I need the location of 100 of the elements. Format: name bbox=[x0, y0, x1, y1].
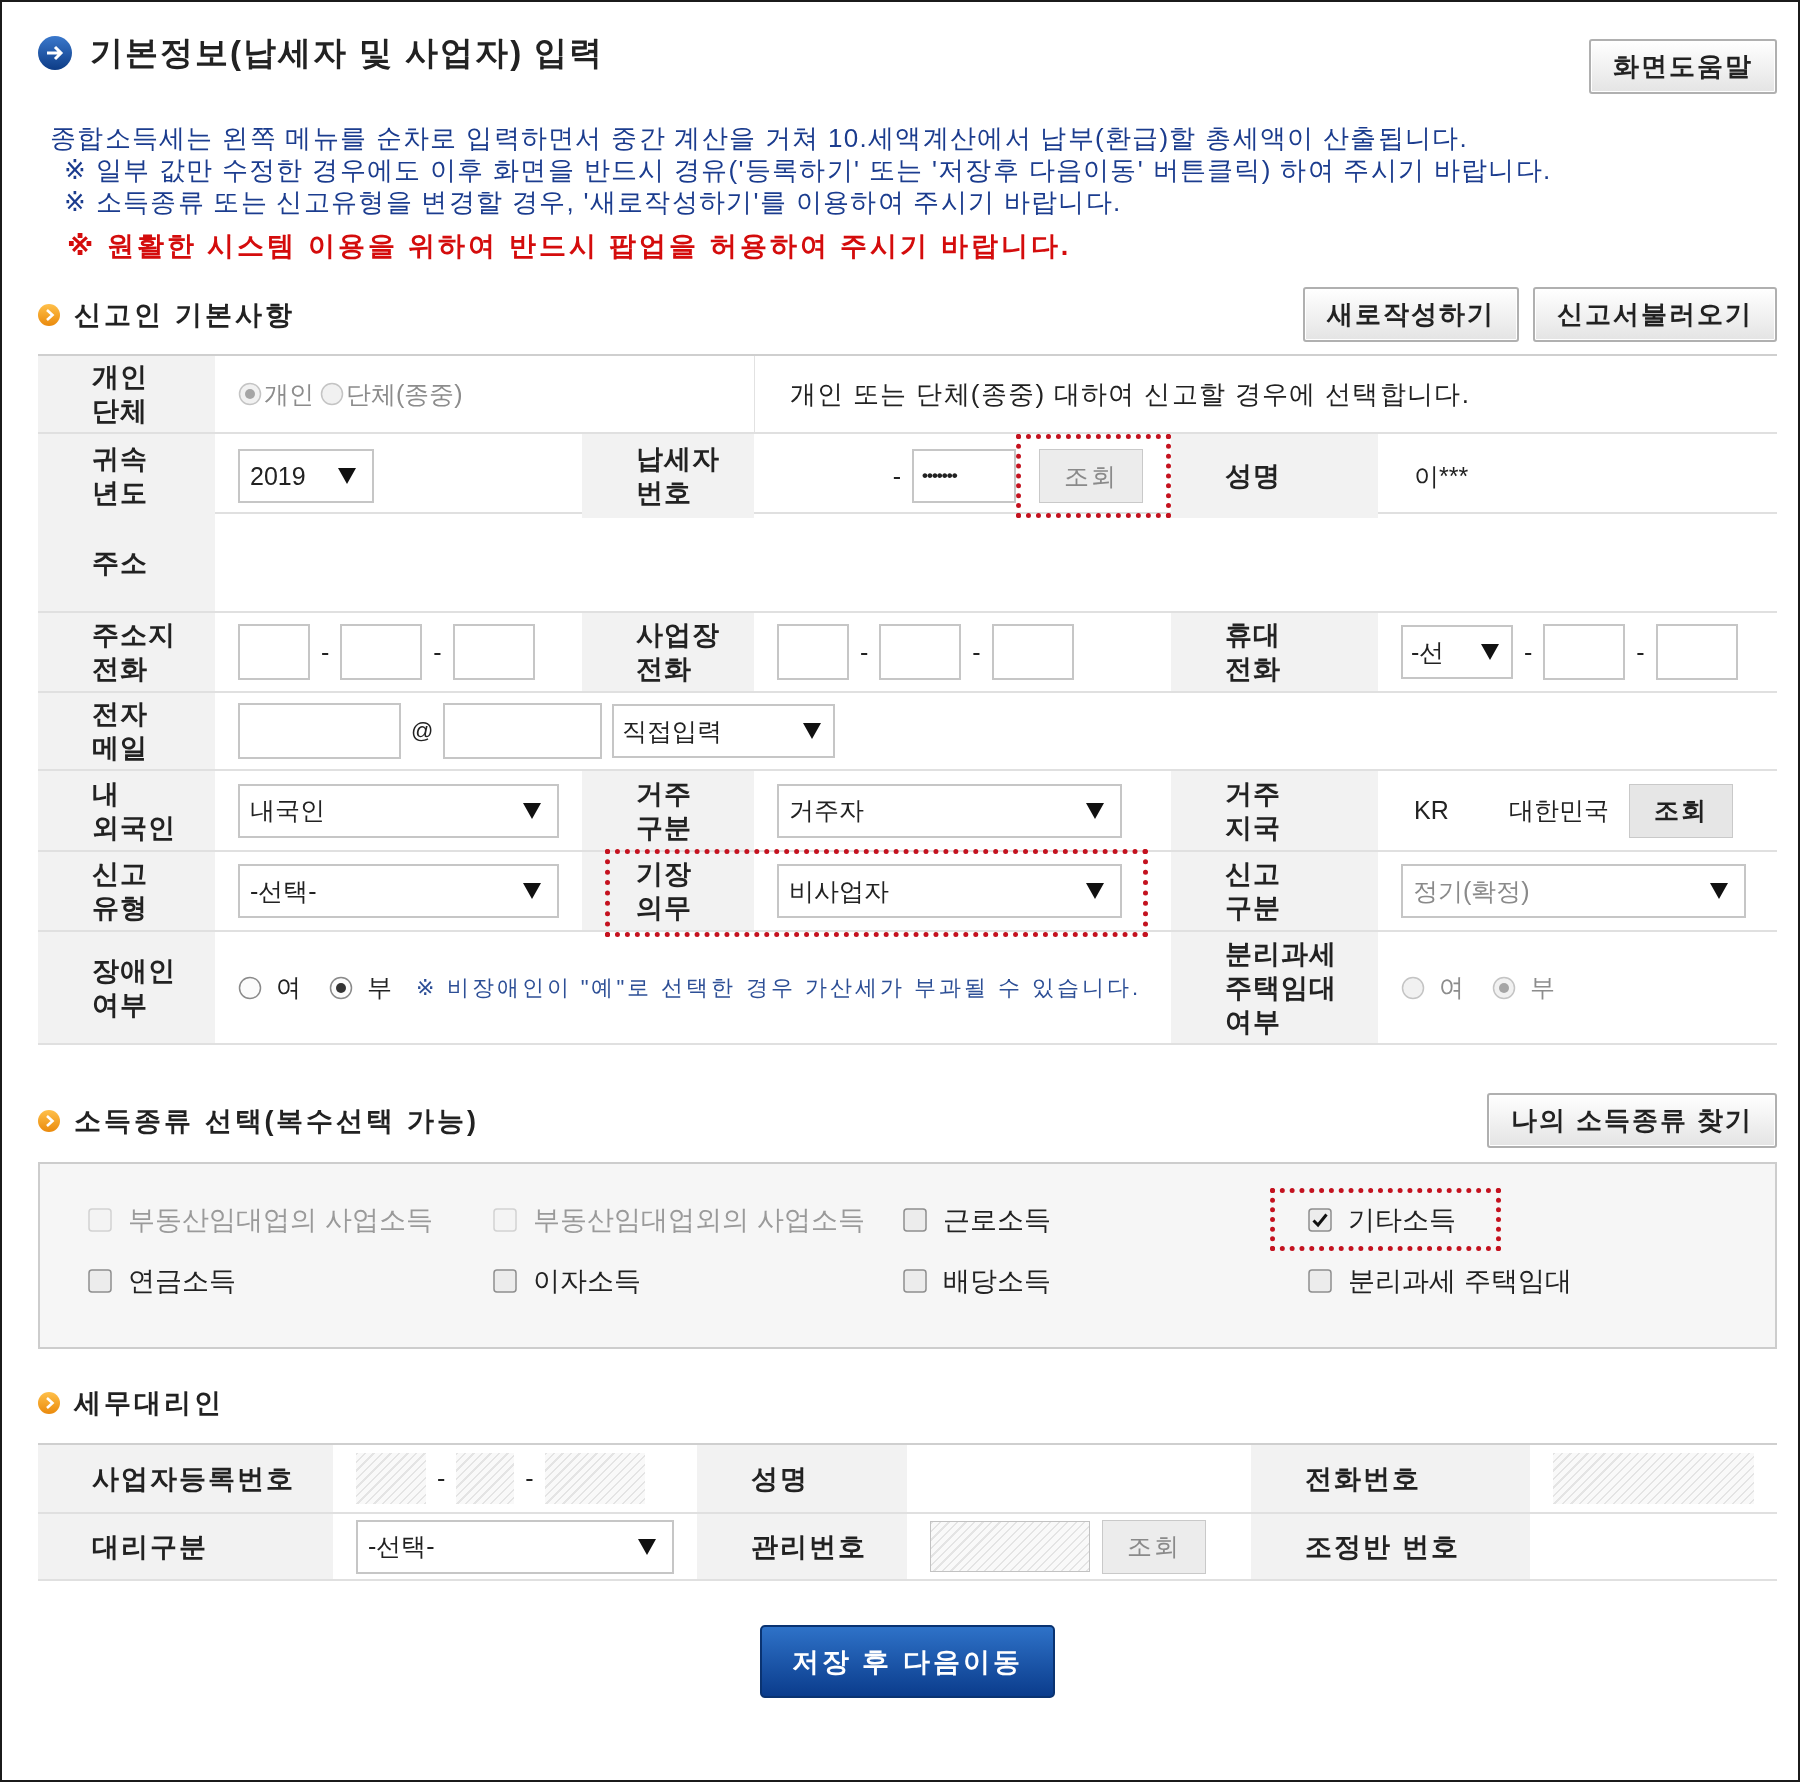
dropdown-arrow-icon bbox=[523, 802, 541, 819]
dropdown-arrow-icon bbox=[1710, 883, 1728, 899]
row-header: 사업자등록번호 bbox=[38, 1445, 333, 1512]
checkbox[interactable] bbox=[493, 1269, 517, 1293]
input-field[interactable] bbox=[238, 624, 310, 680]
radio-label[interactable]: 여 bbox=[276, 971, 301, 1004]
row-header: 전자 메일 bbox=[38, 693, 215, 769]
checkbox[interactable] bbox=[1308, 1269, 1332, 1293]
row-header: 사업장 전화 bbox=[582, 613, 754, 691]
radio-label[interactable]: 부 bbox=[367, 971, 392, 1004]
dash-separator: - bbox=[971, 637, 982, 667]
lookup-button[interactable]: 조회 bbox=[1628, 783, 1733, 838]
section-title: 세무대리인 bbox=[74, 1387, 224, 1420]
radio-button[interactable] bbox=[329, 975, 353, 1000]
checkbox-label[interactable]: 기타소득 bbox=[1348, 1201, 1456, 1238]
row-header: 거주 지국 bbox=[1171, 771, 1378, 850]
radio-button[interactable] bbox=[238, 975, 262, 1000]
section-title: 소득종류 선택(복수선택 가능) bbox=[74, 1104, 479, 1138]
hint-text: 개인 또는 단체(종중) 대하여 신고할 경우에 선택합니다. bbox=[790, 377, 1471, 411]
checkbox-label[interactable]: 배당소득 bbox=[943, 1263, 1051, 1299]
checkbox[interactable] bbox=[903, 1207, 927, 1232]
row-header: 휴대 전화 bbox=[1171, 613, 1378, 691]
dropdown[interactable]: 거주자 bbox=[777, 783, 1122, 838]
dash-separator: - bbox=[524, 1464, 535, 1493]
action-button[interactable]: 나의 소득종류 찾기 bbox=[1486, 1093, 1777, 1148]
page-title: 기본정보(납세자 및 사업자) 입력 bbox=[90, 33, 605, 73]
dash-separator: - bbox=[436, 1464, 447, 1493]
note-text: ※ 비장애인이 "예"로 선택한 경우 가산세가 부과될 수 있습니다. bbox=[416, 973, 1142, 1002]
chevron-circle-icon bbox=[38, 1392, 60, 1414]
warning-text: ※ 원활한 시스템 이용을 위하여 반드시 팝업을 허용하여 주시기 바랍니다. bbox=[66, 230, 1073, 263]
input-field[interactable] bbox=[443, 703, 603, 759]
dropdown[interactable]: 내국인 bbox=[238, 783, 559, 838]
dash-separator: - bbox=[1635, 637, 1646, 667]
dropdown-arrow-icon bbox=[523, 883, 541, 899]
at-sign: @ bbox=[410, 718, 435, 744]
row-header: 주소지 전화 bbox=[38, 613, 215, 691]
input-field[interactable] bbox=[340, 624, 423, 680]
checkbox[interactable] bbox=[903, 1269, 927, 1293]
row-header: 조정반 번호 bbox=[1251, 1514, 1530, 1579]
checkbox-label[interactable]: 분리과세 주택임대 bbox=[1348, 1263, 1572, 1299]
row-header: 성명 bbox=[1171, 434, 1378, 518]
row-header: 관리번호 bbox=[697, 1514, 907, 1579]
dropdown-arrow-icon bbox=[803, 723, 822, 739]
dropdown-arrow-icon bbox=[338, 468, 356, 484]
chevron-circle-icon bbox=[38, 1109, 60, 1132]
dropdown[interactable]: -선 bbox=[1401, 625, 1513, 679]
row-header: 거주 구분 bbox=[582, 771, 754, 850]
row-header: 개인 단체 bbox=[38, 356, 215, 432]
notice-text: 종합소득세는 왼쪽 메뉴를 순차로 입력하면서 중간 계산을 거쳐 10.세액계산에서 납부(환급)할 총세액이 산출됩니다. bbox=[50, 122, 1470, 154]
input-field[interactable] bbox=[1655, 624, 1738, 680]
dash-separator: - bbox=[1523, 637, 1534, 667]
row-header: 신고 유형 bbox=[38, 852, 215, 930]
action-button[interactable]: 새로작성하기 bbox=[1303, 287, 1519, 342]
dropdown[interactable]: -선택- bbox=[238, 864, 559, 918]
help-button[interactable]: 화면도움말 bbox=[1589, 39, 1777, 94]
action-button[interactable]: 신고서불러오기 bbox=[1533, 287, 1777, 342]
dropdown-arrow-icon bbox=[1086, 802, 1104, 819]
chevron-circle-icon bbox=[38, 303, 60, 326]
input-field[interactable] bbox=[1543, 624, 1626, 680]
input-field[interactable] bbox=[777, 624, 849, 680]
arrow-circle-icon bbox=[38, 36, 72, 70]
row-header: 성명 bbox=[697, 1445, 907, 1512]
dropdown[interactable]: 2019 bbox=[238, 449, 374, 503]
row-header: 전화번호 bbox=[1251, 1445, 1530, 1512]
value-text: 이*** bbox=[1414, 460, 1469, 492]
notice-text: ※ 일부 값만 수정한 경우에도 이후 화면을 반드시 경유('등록하기' 또는 '저장후 다음이동' 버튼클릭) 하여 주시기 바랍니다. bbox=[63, 154, 1553, 186]
row-header: 장애인 여부 bbox=[38, 932, 215, 1043]
row-header: 내 외국인 bbox=[38, 771, 215, 850]
disabled-input-field bbox=[456, 1453, 515, 1504]
input-field[interactable] bbox=[452, 624, 535, 680]
checkbox-label[interactable]: 이자소득 bbox=[533, 1263, 641, 1299]
section-title: 신고인 기본사항 bbox=[74, 298, 295, 332]
masked-input-field[interactable]: ••••••• bbox=[912, 449, 1016, 503]
dash-separator: - bbox=[432, 637, 443, 667]
dropdown-arrow-icon bbox=[638, 1538, 656, 1555]
input-field[interactable] bbox=[879, 624, 962, 680]
disabled-input-field bbox=[356, 1453, 426, 1504]
row-header: 기장 의무 bbox=[582, 852, 754, 930]
dropdown[interactable]: 직접입력 bbox=[612, 704, 836, 758]
checkbox[interactable] bbox=[1308, 1207, 1332, 1232]
row-header: 신고 구분 bbox=[1171, 852, 1378, 930]
checkbox[interactable] bbox=[88, 1269, 112, 1293]
dropdown[interactable]: 비사업자 bbox=[777, 864, 1122, 918]
row-header: 대리구분 bbox=[38, 1514, 333, 1579]
save-next-button[interactable]: 저장 후 다음이동 bbox=[760, 1625, 1055, 1698]
dash-separator: - bbox=[859, 637, 870, 667]
dash-separator: - bbox=[320, 637, 331, 667]
dropdown-arrow-icon bbox=[1086, 883, 1104, 899]
input-field[interactable] bbox=[238, 703, 401, 759]
input-field[interactable] bbox=[991, 624, 1074, 680]
country-code: KR bbox=[1414, 796, 1449, 825]
checkbox-label[interactable]: 근로소득 bbox=[943, 1201, 1051, 1238]
checkbox-label[interactable]: 연금소득 bbox=[128, 1263, 236, 1299]
row-header: 납세자 번호 bbox=[582, 434, 754, 518]
country-name: 대한민국 bbox=[1508, 795, 1609, 826]
dash-separator: - bbox=[891, 461, 902, 491]
row-header: 분리과세 주택임대 여부 bbox=[1171, 932, 1378, 1043]
dropdown[interactable]: -선택- bbox=[356, 1519, 674, 1574]
notice-text: ※ 소득종류 또는 신고유형을 변경할 경우, '새로작성하기'를 이용하여 주시기 바랍니다. bbox=[63, 186, 1123, 218]
dropdown-arrow-icon bbox=[1481, 644, 1499, 660]
